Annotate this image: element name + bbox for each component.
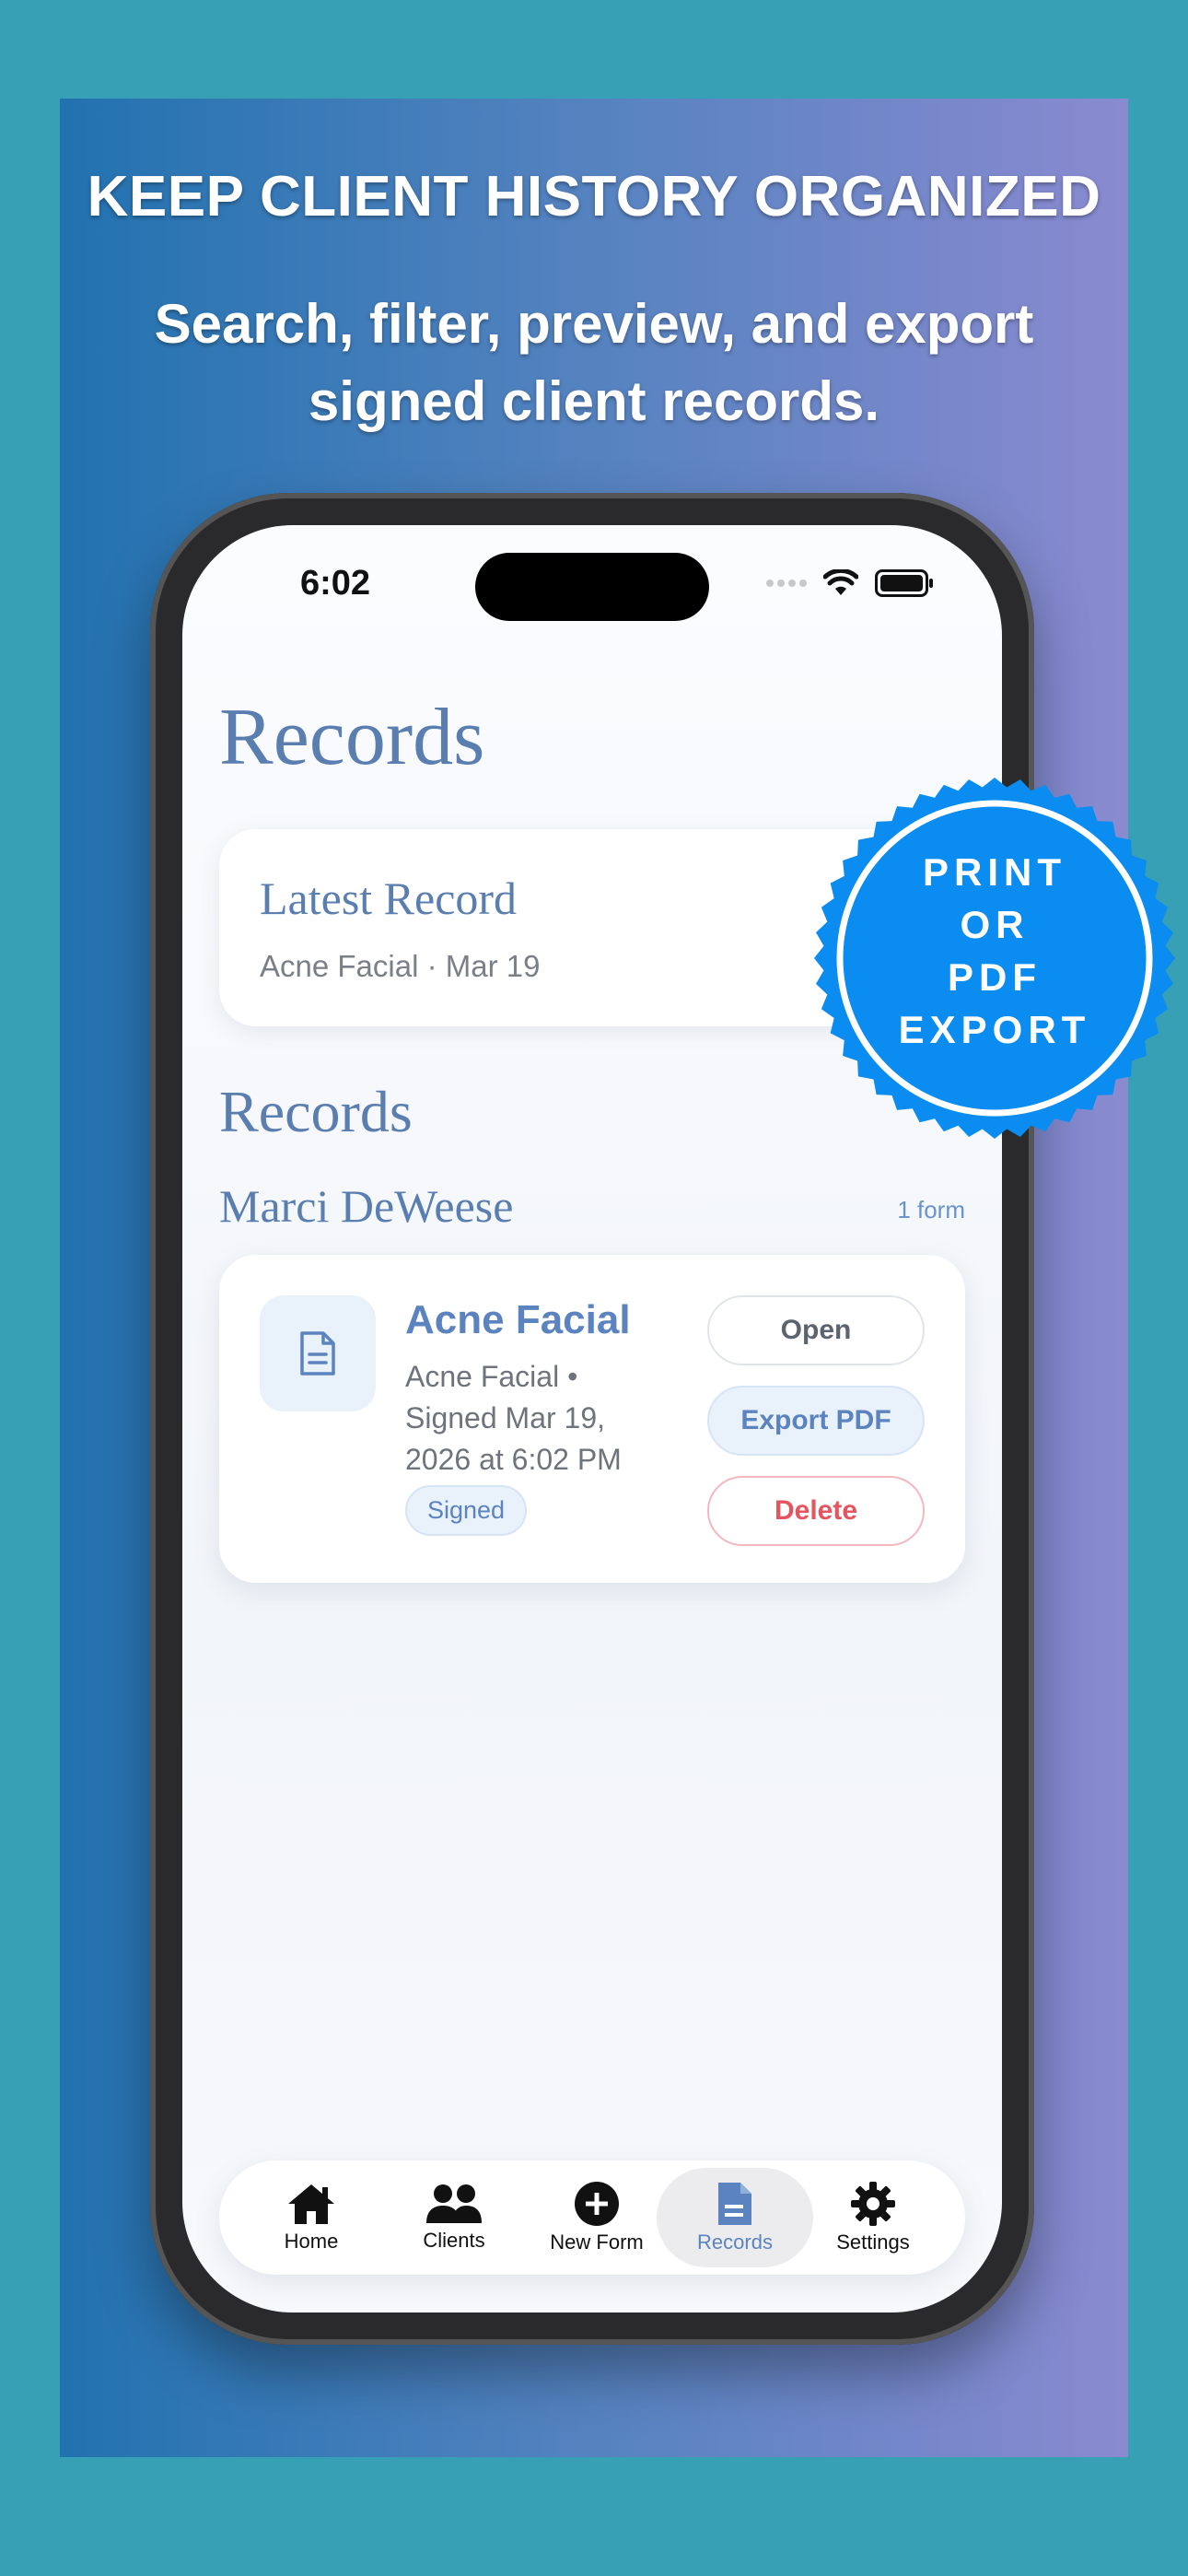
headline: KEEP CLIENT HISTORY ORGANIZED xyxy=(87,165,1101,228)
subheadline: Search, filter, preview, and export sign… xyxy=(154,293,1034,432)
tab-clients-label: Clients xyxy=(423,2229,485,2252)
latest-record-title: Latest Record xyxy=(260,872,518,924)
record-title: Acne Facial xyxy=(405,1297,631,1342)
record-card: Acne Facial Acne Facial • Signed Mar 19,… xyxy=(219,1255,965,1583)
tab-new-form-label: New Form xyxy=(550,2231,644,2254)
status-icons xyxy=(766,569,933,597)
record-description: Acne Facial • Signed Mar 19, 2026 at 6:0… xyxy=(405,1360,622,1476)
wifi-icon xyxy=(823,569,858,595)
seal-line: PDF xyxy=(948,955,1042,999)
status-time: 6:02 xyxy=(300,564,371,603)
export-pdf-button[interactable]: Export PDF xyxy=(707,1386,925,1456)
seal-line: EXPORT xyxy=(898,1008,1091,1051)
client-name: Marci DeWeese xyxy=(219,1180,514,1232)
home-icon xyxy=(288,2184,334,2224)
tab-records[interactable]: Records xyxy=(657,2168,813,2267)
people-icon xyxy=(426,2184,482,2223)
document-icon xyxy=(260,1295,376,1411)
document-icon xyxy=(718,2183,751,2225)
status-badge: Signed xyxy=(405,1485,528,1536)
form-count: 1 form xyxy=(897,1196,965,1224)
page-title: Records xyxy=(219,693,485,782)
signal-icon xyxy=(766,580,807,587)
seal-line: OR xyxy=(960,903,1030,946)
dynamic-island xyxy=(475,553,709,621)
seal-line: PRINT xyxy=(923,850,1066,894)
delete-button[interactable]: Delete xyxy=(707,1476,925,1546)
tab-clients[interactable]: Clients xyxy=(376,2168,532,2267)
gear-icon xyxy=(851,2182,895,2226)
open-button[interactable]: Open xyxy=(707,1295,925,1365)
tab-home-label: Home xyxy=(284,2230,339,2253)
tab-settings-label: Settings xyxy=(836,2231,910,2254)
tab-records-label: Records xyxy=(697,2231,773,2254)
seal-text: PRINT OR PDF EXPORT xyxy=(810,846,1179,1056)
latest-record-subtitle: Acne Facial · Mar 19 xyxy=(260,949,541,983)
battery-icon xyxy=(875,569,933,597)
section-title: Records xyxy=(219,1079,413,1144)
tab-home[interactable]: Home xyxy=(233,2168,390,2267)
plus-circle-icon xyxy=(575,2182,619,2226)
tab-new-form[interactable]: New Form xyxy=(518,2168,675,2267)
tab-bar: Home Clients New Form Records Settings xyxy=(219,2160,965,2275)
tab-settings[interactable]: Settings xyxy=(795,2168,951,2267)
